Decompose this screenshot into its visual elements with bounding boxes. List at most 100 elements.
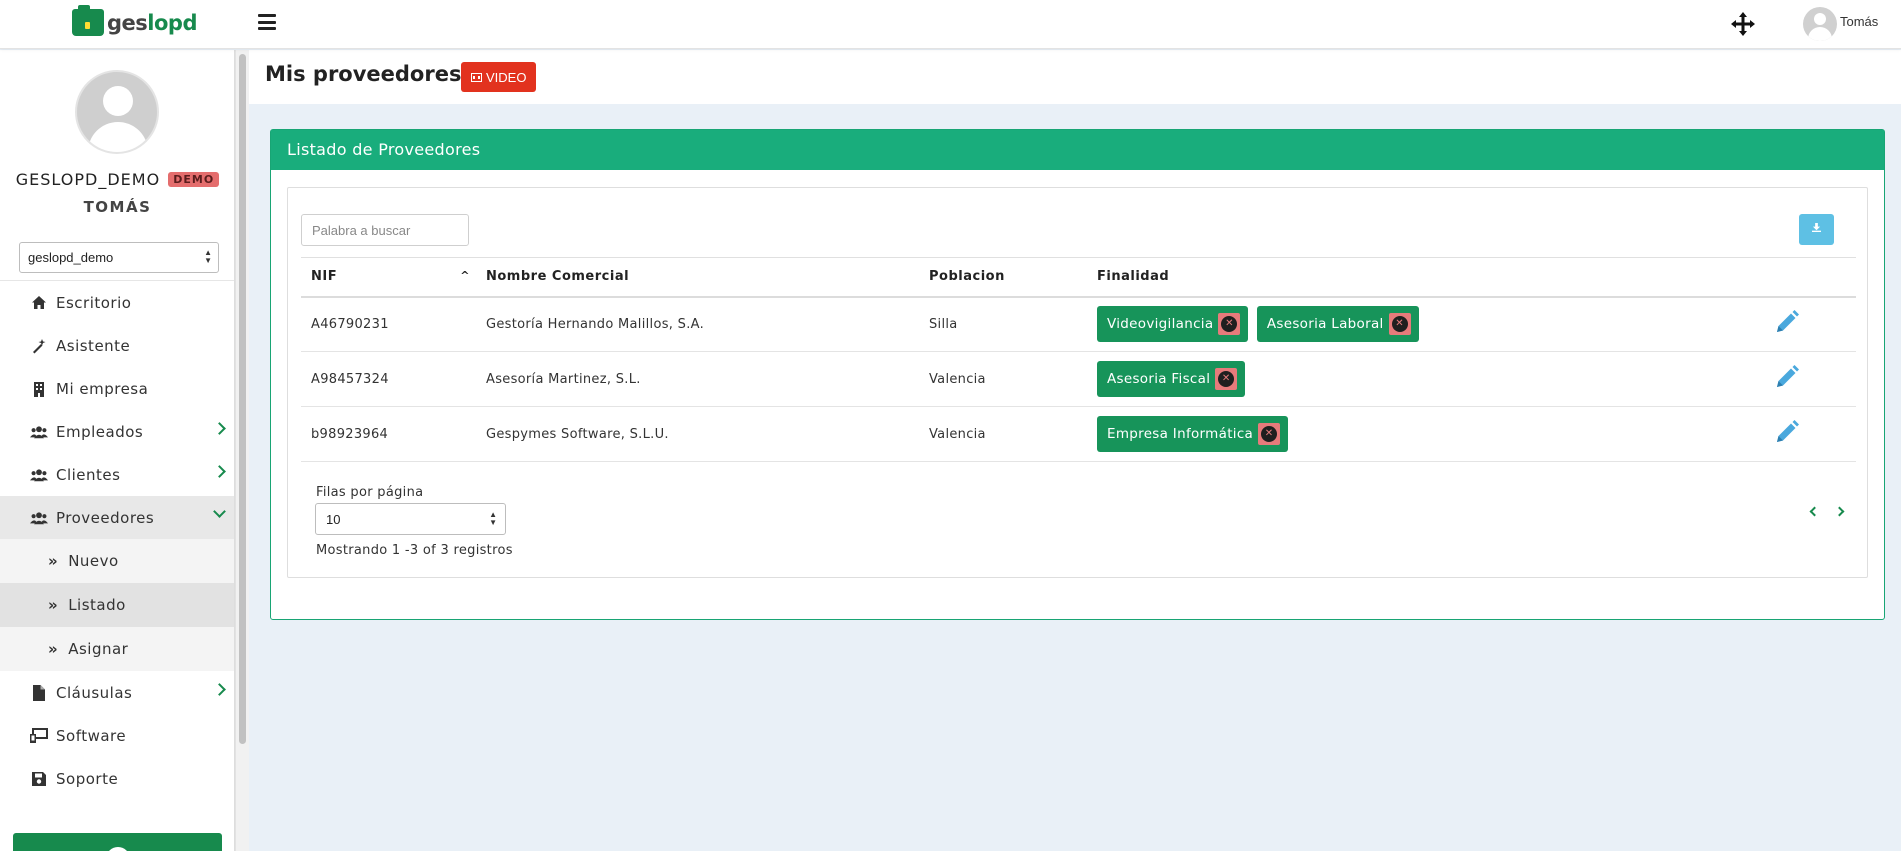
cell-nif: A46790231 <box>301 296 476 352</box>
download-button[interactable] <box>1799 214 1834 245</box>
download-icon <box>1812 223 1821 232</box>
rows-per-page-label: Filas por página <box>316 485 424 500</box>
help-button[interactable] <box>13 833 222 851</box>
demo-badge: DEMO <box>168 172 220 187</box>
double-chevron-icon: » <box>48 552 59 570</box>
sidebar-item-label: Clientes <box>56 465 121 484</box>
brand-name-part1: ges <box>107 10 148 35</box>
edit-pencil-icon[interactable] <box>1774 309 1800 335</box>
sidebar-menu: Escritorio Asistente Mi empresa Empleado… <box>0 280 234 800</box>
column-header-nif[interactable]: NIF ^ <box>301 257 476 298</box>
cell-nombre: Asesoría Martinez, S.L. <box>476 351 919 407</box>
finalidad-tag: Asesoria Fiscal <box>1097 361 1246 397</box>
finalidad-tag: Empresa Informática <box>1097 416 1289 452</box>
sidebar-scrollbar[interactable] <box>235 50 249 851</box>
home-icon <box>30 295 48 311</box>
sidebar-item-clientes[interactable]: Clientes <box>0 453 234 496</box>
cell-finalidad: Empresa Informática <box>1087 406 1732 462</box>
cell-finalidad: Videovigilancia Asesoria Laboral <box>1087 296 1732 352</box>
content-header: Mis proveedores | VIDEO <box>249 50 1901 104</box>
select-arrows-icon: ▲ ▼ <box>489 510 497 527</box>
select-arrows-icon: ▲ ▼ <box>204 248 212 265</box>
sidebar-item-label: Software <box>56 726 127 745</box>
remove-tag-icon[interactable] <box>1258 423 1281 445</box>
sidebar-subitem-label: Nuevo <box>68 552 119 570</box>
brand-logo[interactable]: geslopd <box>72 5 197 36</box>
cell-nif: b98923964 <box>301 406 476 462</box>
sidebar: GESLOPD_DEMO DEMO TOMÁS geslopd_demo ▲ ▼ … <box>0 50 235 851</box>
sidebar-item-soporte[interactable]: Soporte <box>0 757 234 800</box>
sidebar-item-proveedores[interactable]: Proveedores <box>0 496 234 539</box>
sidebar-item-asistente[interactable]: Asistente <box>0 324 234 367</box>
table-row: b98923964 Gespymes Software, S.L.U. Vale… <box>301 406 1856 462</box>
sidebar-item-label: Cláusulas <box>56 683 133 702</box>
sidebar-item-mi-empresa[interactable]: Mi empresa <box>0 367 234 410</box>
remove-tag-icon[interactable] <box>1388 313 1411 336</box>
panel-title: Listado de Proveedores <box>271 130 1884 170</box>
save-icon <box>30 771 48 787</box>
cell-nombre: Gespymes Software, S.L.U. <box>476 406 919 462</box>
rows-per-page-select[interactable]: 10 ▲ ▼ <box>315 503 506 535</box>
profile-avatar <box>75 70 159 154</box>
file-icon <box>30 684 48 701</box>
cell-nif: A98457324 <box>301 351 476 407</box>
sidebar-item-label: Mi empresa <box>56 379 149 398</box>
users-icon <box>30 424 48 440</box>
video-button[interactable]: VIDEO <box>461 62 537 92</box>
providers-table: NIF ^ Nombre Comercial Poblacion Finalida… <box>301 257 1856 462</box>
table-row: A98457324 Asesoría Martinez, S.L. Valenc… <box>301 351 1856 407</box>
chevron-right-icon <box>213 465 226 478</box>
sidebar-item-software[interactable]: Software <box>0 714 234 757</box>
sidebar-subitem-listado[interactable]: » Listado <box>0 583 234 627</box>
scrollbar-thumb[interactable] <box>239 54 246 744</box>
sidebar-item-label: Asistente <box>56 336 131 355</box>
sidebar-subitem-nuevo[interactable]: » Nuevo <box>0 539 234 583</box>
chevron-right-icon <box>213 422 226 435</box>
profile-user-name: TOMÁS <box>83 198 152 216</box>
building-icon <box>30 381 48 397</box>
magic-wand-icon <box>30 338 48 354</box>
column-header-finalidad[interactable]: Finalidad <box>1087 257 1732 298</box>
sidebar-item-label: Escritorio <box>56 293 132 312</box>
rows-per-page-value: 10 <box>326 512 341 527</box>
column-header-nombre[interactable]: Nombre Comercial <box>476 257 919 298</box>
sidebar-item-empleados[interactable]: Empleados <box>0 410 234 453</box>
double-chevron-icon: » <box>48 640 59 658</box>
sidebar-subitem-asignar[interactable]: » Asignar <box>0 627 234 671</box>
providers-panel: Listado de Proveedores NIF^ Nombre Comer… <box>270 129 1885 620</box>
sidebar-item-label: Proveedores <box>56 508 155 527</box>
sidebar-item-escritorio[interactable]: Escritorio <box>0 281 234 324</box>
org-name-line: GESLOPD_DEMO DEMO <box>0 170 234 189</box>
page-title: Mis proveedores | <box>265 62 477 86</box>
users-icon <box>30 510 48 526</box>
providers-table-container: NIF^ Nombre Comercial Poblacion Finalida… <box>287 187 1868 578</box>
edit-pencil-icon[interactable] <box>1774 419 1800 445</box>
top-bar: geslopd Tomás <box>0 0 1901 49</box>
sidebar-item-clausulas[interactable]: Cláusulas <box>0 671 234 714</box>
chevron-left-icon[interactable] <box>1809 506 1820 517</box>
remove-tag-icon[interactable] <box>1218 313 1241 336</box>
user-menu[interactable]: Tomás <box>1803 7 1878 41</box>
company-select[interactable]: geslopd_demo ▲ ▼ <box>19 242 219 273</box>
chevron-right-icon[interactable] <box>1834 506 1845 517</box>
cell-poblacion: Valencia <box>919 351 1087 407</box>
column-header-actions <box>1732 257 1856 298</box>
film-icon <box>471 72 482 82</box>
move-icon[interactable] <box>1730 11 1756 37</box>
edit-pencil-icon[interactable] <box>1774 364 1800 390</box>
sort-asc-icon[interactable]: ^ <box>460 269 470 282</box>
laptop-icon <box>30 728 48 744</box>
table-row: A46790231 Gestoría Hernando Malillos, S.… <box>301 296 1856 352</box>
logo-folder-icon <box>72 5 104 36</box>
menu-toggle-icon[interactable] <box>258 14 276 30</box>
sidebar-subitem-label: Asignar <box>68 640 129 658</box>
cell-actions <box>1732 296 1856 352</box>
column-header-poblacion[interactable]: Poblacion <box>919 257 1087 298</box>
chevron-right-icon <box>213 683 226 696</box>
remove-tag-icon[interactable] <box>1215 368 1238 390</box>
finalidad-tag: Asesoria Laboral <box>1256 306 1419 343</box>
finalidad-tag: Videovigilancia <box>1097 306 1249 343</box>
search-input[interactable] <box>301 214 469 246</box>
sidebar-item-label: Empleados <box>56 422 144 441</box>
proveedores-submenu: » Nuevo » Listado » Asignar <box>0 539 234 671</box>
